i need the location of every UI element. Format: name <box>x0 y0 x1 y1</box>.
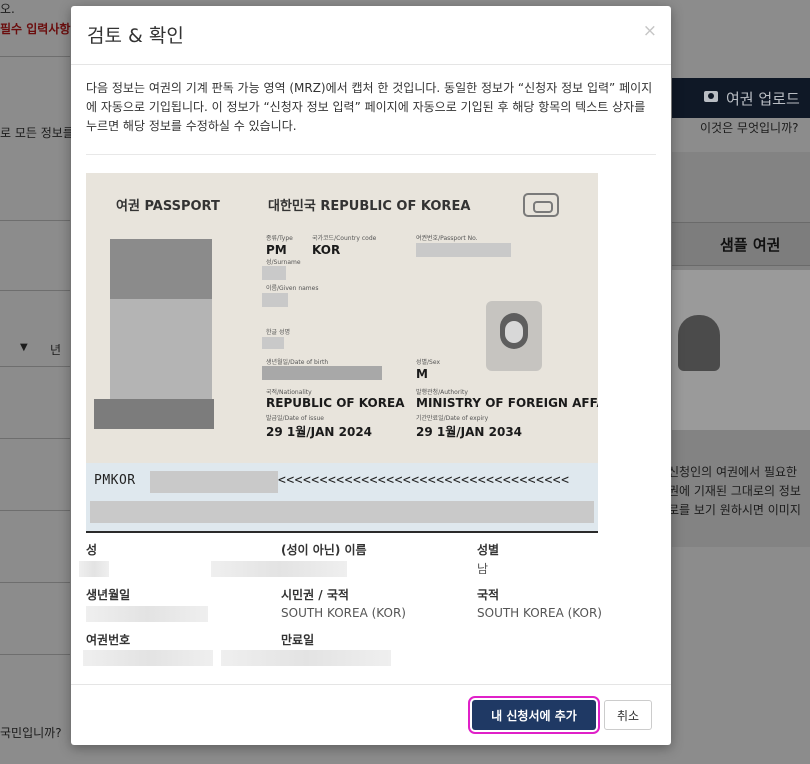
surname-label: 성/Surname <box>266 259 301 266</box>
field-underline <box>0 654 70 655</box>
close-icon[interactable]: × <box>643 21 657 41</box>
redacted-mrz-name <box>150 471 278 493</box>
left-hint-text: 로 모든 정보를 <box>0 126 74 140</box>
issue-date-value: 29 1월/JAN 2024 <box>266 425 373 439</box>
camera-icon <box>704 91 718 102</box>
footer-divider <box>71 684 671 685</box>
field-underline <box>0 510 70 511</box>
redacted-photo <box>94 239 214 429</box>
redaction-block <box>94 399 214 429</box>
redacted-passport-number <box>416 243 511 257</box>
authority-value: MINISTRY OF FOREIGN AFFAIRS <box>416 396 598 410</box>
modal-header: 검토 & 확인 × <box>71 6 671 65</box>
nationality-field-label: 국적 <box>477 588 500 602</box>
citizen-question: 국민입니까? <box>0 726 62 740</box>
sample-description-line: 권에 기재된 그대로의 정보 <box>668 484 801 498</box>
korean-name-label: 한글 성명 <box>266 329 290 336</box>
ghost-photo <box>486 301 542 371</box>
surname-value-redacted <box>79 561 109 577</box>
passport-no-label: 여권번호/Passport No. <box>416 235 478 242</box>
modal-title: 검토 & 확인 <box>87 25 184 47</box>
divider <box>86 154 656 155</box>
sample-description-line: 로를 보기 원하시면 이미지 <box>668 503 801 517</box>
passport-no-field-label: 여권번호 <box>86 633 131 647</box>
sample-passport-title: 샘플 여권 <box>720 236 781 254</box>
sex-field-label: 성별 <box>477 543 500 557</box>
country-code-value: KOR <box>312 243 341 257</box>
redacted-given-names <box>262 293 288 307</box>
divider <box>0 56 70 57</box>
dob-value-redacted <box>86 606 208 622</box>
dob-field-label: 생년월일 <box>86 588 131 602</box>
nationality-field-value: SOUTH KOREA (KOR) <box>477 606 602 620</box>
type-value: PM <box>266 243 287 257</box>
type-label: 종류/Type <box>266 235 293 242</box>
redacted-dob <box>262 366 382 380</box>
citizenship-field-label: 시민권 / 국적 <box>281 588 349 602</box>
sample-description: 신청인의 여권에서 필요한 권에 기재된 그대로의 정보 로를 보기 원하시면 … <box>668 463 801 520</box>
passport-header-right: 대한민국 REPUBLIC OF KOREA <box>268 199 471 214</box>
field-underline <box>0 366 70 367</box>
cancel-button[interactable]: 취소 <box>604 700 652 730</box>
field-underline <box>0 438 70 439</box>
expiry-date-label: 기간만료일/Date of expiry <box>416 415 489 422</box>
intro-text: 다음 정보는 여권의 기계 판독 가능 영역 (MRZ)에서 캡처 한 것입니다… <box>86 81 653 133</box>
redacted-korean-name <box>262 337 284 349</box>
sample-description-line: 신청인의 여권에서 필요한 <box>668 465 798 479</box>
mrz-line-prefix: PMKOR <box>94 473 136 488</box>
nationality-label: 국적/Nationality <box>266 389 312 396</box>
upload-passport-button[interactable]: 여권 업로드 <box>672 78 810 118</box>
nationality-value: REPUBLIC OF KOREA <box>266 396 405 410</box>
given-names-label: 이름/Given names <box>266 285 319 292</box>
field-underline <box>0 220 70 221</box>
surname-field-label: 성 <box>86 543 98 557</box>
year-label: 년 <box>50 343 62 357</box>
chip-icon <box>523 193 559 217</box>
passport-header-left: 여권 PASSPORT <box>116 199 220 214</box>
upload-passport-label: 여권 업로드 <box>726 89 800 108</box>
top-text: 오. <box>0 2 15 16</box>
redacted-surname <box>262 266 286 280</box>
expiry-field-label: 만료일 <box>281 633 315 647</box>
expiry-value-redacted <box>221 650 391 666</box>
field-underline <box>0 582 70 583</box>
what-is-this-link[interactable]: 이것은 무엇입니까? <box>700 119 799 136</box>
redacted-mrz-line-2 <box>90 501 594 523</box>
mrz-line-fill: <<<<<<<<<<<<<<<<<<<<<<<<<<<<<<<<<<< <box>278 473 570 488</box>
field-underline <box>0 290 70 291</box>
sample-photo-silhouette <box>678 315 720 371</box>
review-confirm-modal: 검토 & 확인 × 다음 정보는 여권의 기계 판독 가능 영역 (MRZ)에서… <box>71 6 671 745</box>
country-code-label: 국가코드/Country code <box>312 235 377 242</box>
passport-scan-image: 여권 PASSPORT 대한민국 REPUBLIC OF KOREA 종류/Ty… <box>86 173 598 533</box>
given-name-field-label: (성이 아닌) 이름 <box>281 543 367 557</box>
add-to-application-button[interactable]: 내 신청서에 추가 <box>468 696 600 734</box>
dob-label: 생년월일/Date of birth <box>266 359 329 366</box>
sex-label: 성별/Sex <box>416 359 441 366</box>
redaction-block <box>110 239 212 299</box>
sample-passport-image <box>672 270 810 430</box>
year-dropdown-arrow-icon[interactable]: ▼ <box>20 342 28 353</box>
expiry-date-value: 29 1월/JAN 2034 <box>416 425 523 439</box>
passport-no-value-redacted <box>83 650 213 666</box>
required-note: 필수 입력사항 <box>0 22 71 36</box>
ghost-photo-face <box>500 313 528 349</box>
citizenship-field-value: SOUTH KOREA (KOR) <box>281 606 406 620</box>
issue-date-label: 발급일/Date of issue <box>266 415 324 422</box>
given-name-value-redacted <box>211 561 347 577</box>
authority-label: 발행관청/Authority <box>416 389 468 396</box>
sex-value: M <box>416 367 428 381</box>
sex-field-value: 남 <box>477 562 489 576</box>
